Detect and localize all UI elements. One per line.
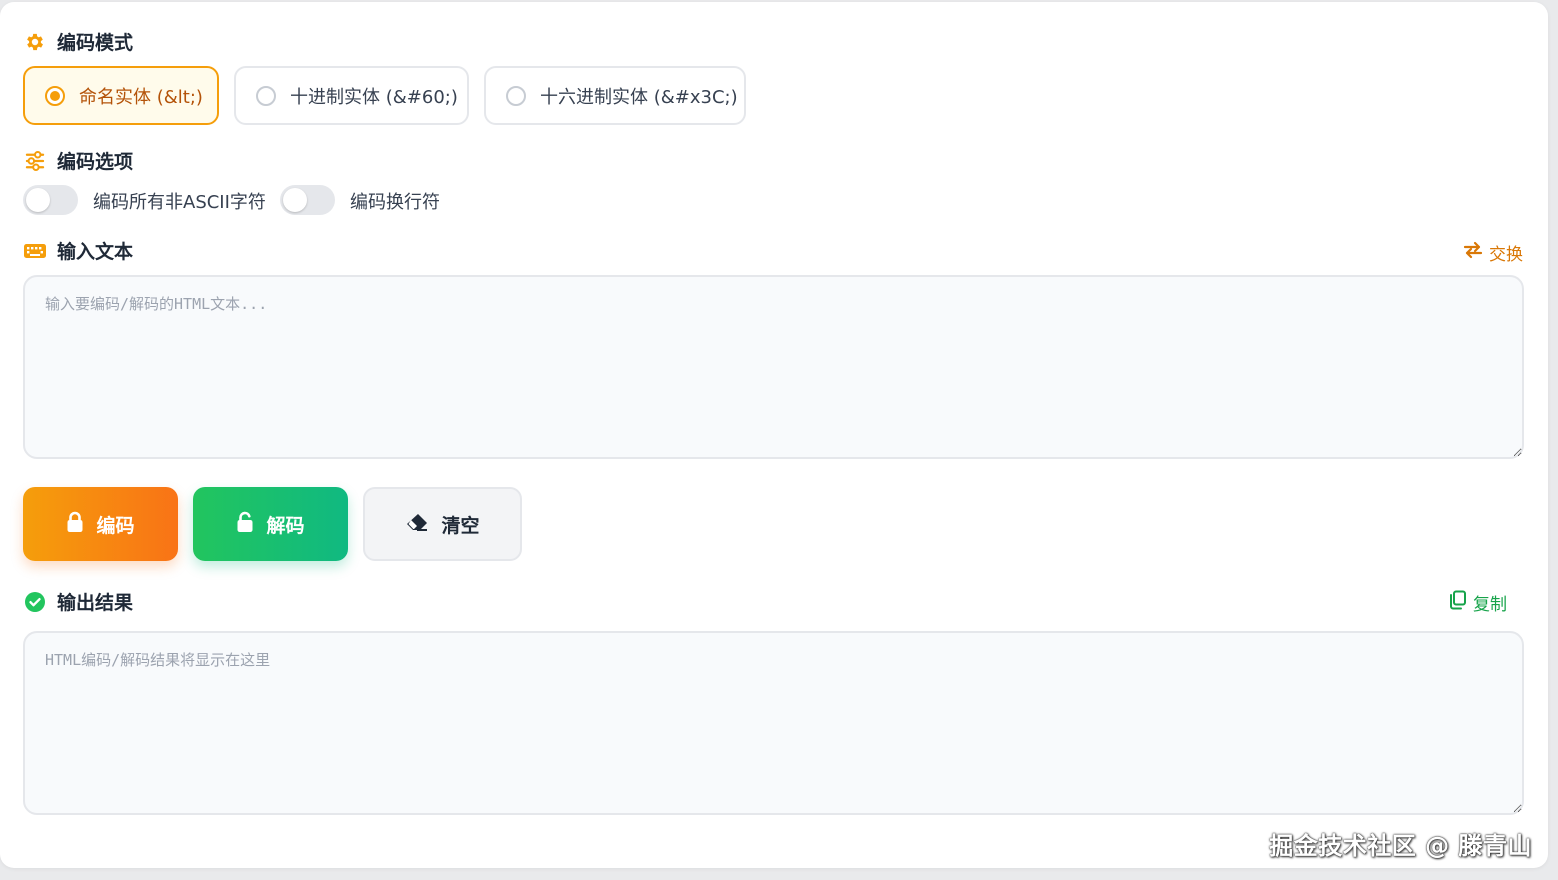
toggle-newline[interactable] (280, 185, 335, 215)
encoding-options-header: 编码选项 (23, 147, 133, 174)
encoding-mode-title: 编码模式 (57, 32, 134, 54)
decode-label: 解码 (266, 514, 305, 537)
eraser-icon (405, 512, 429, 537)
radio-button[interactable] (45, 85, 65, 106)
output-textarea[interactable] (23, 631, 1524, 815)
mode-option-named[interactable]: 命名实体 (&lt;) (23, 66, 219, 125)
clear-button[interactable]: 清空 (363, 487, 522, 561)
input-title: 输入文本 (57, 241, 134, 263)
keyboard-icon (23, 239, 47, 263)
check-circle-icon (23, 590, 47, 614)
swap-icon (1463, 241, 1483, 264)
swap-button[interactable]: 交换 (1463, 240, 1523, 265)
mode-option-hex[interactable]: 十六进制实体 (&#x3C;) (484, 66, 746, 125)
clear-label: 清空 (441, 514, 480, 537)
toggle-knob (283, 188, 307, 212)
copy-icon (1449, 590, 1467, 615)
mode-option-label: 十六进制实体 (&#x3C;) (540, 86, 738, 108)
encoding-options-title: 编码选项 (57, 151, 134, 173)
encode-label: 编码 (96, 514, 135, 537)
swap-label: 交换 (1489, 245, 1523, 265)
copy-label: 复制 (1473, 595, 1507, 615)
unlock-icon (236, 511, 254, 538)
copy-button[interactable]: 复制 (1449, 590, 1507, 615)
toggle-knob (26, 188, 50, 212)
sliders-icon (23, 149, 47, 173)
toggle-newline-label: 编码换行符 (350, 192, 440, 213)
decode-button[interactable]: 解码 (193, 487, 348, 561)
mode-option-decimal[interactable]: 十进制实体 (&#60;) (234, 66, 469, 125)
output-title: 输出结果 (57, 592, 134, 614)
toggle-non-ascii-label: 编码所有非ASCII字符 (93, 192, 266, 213)
encode-button[interactable]: 编码 (23, 487, 178, 561)
input-header: 输入文本 (23, 237, 133, 264)
output-header: 输出结果 (23, 588, 133, 615)
lock-icon (66, 511, 84, 538)
toggle-non-ascii[interactable] (23, 185, 78, 215)
watermark: 掘金技术社区 @ 滕青山 (1269, 832, 1532, 860)
gear-icon (23, 30, 47, 54)
input-textarea[interactable] (23, 275, 1524, 459)
encoding-mode-header: 编码模式 (23, 28, 133, 55)
radio-button[interactable] (506, 85, 526, 106)
radio-button[interactable] (256, 85, 276, 106)
mode-option-label: 十进制实体 (&#60;) (290, 86, 458, 108)
mode-option-label: 命名实体 (&lt;) (79, 86, 203, 108)
